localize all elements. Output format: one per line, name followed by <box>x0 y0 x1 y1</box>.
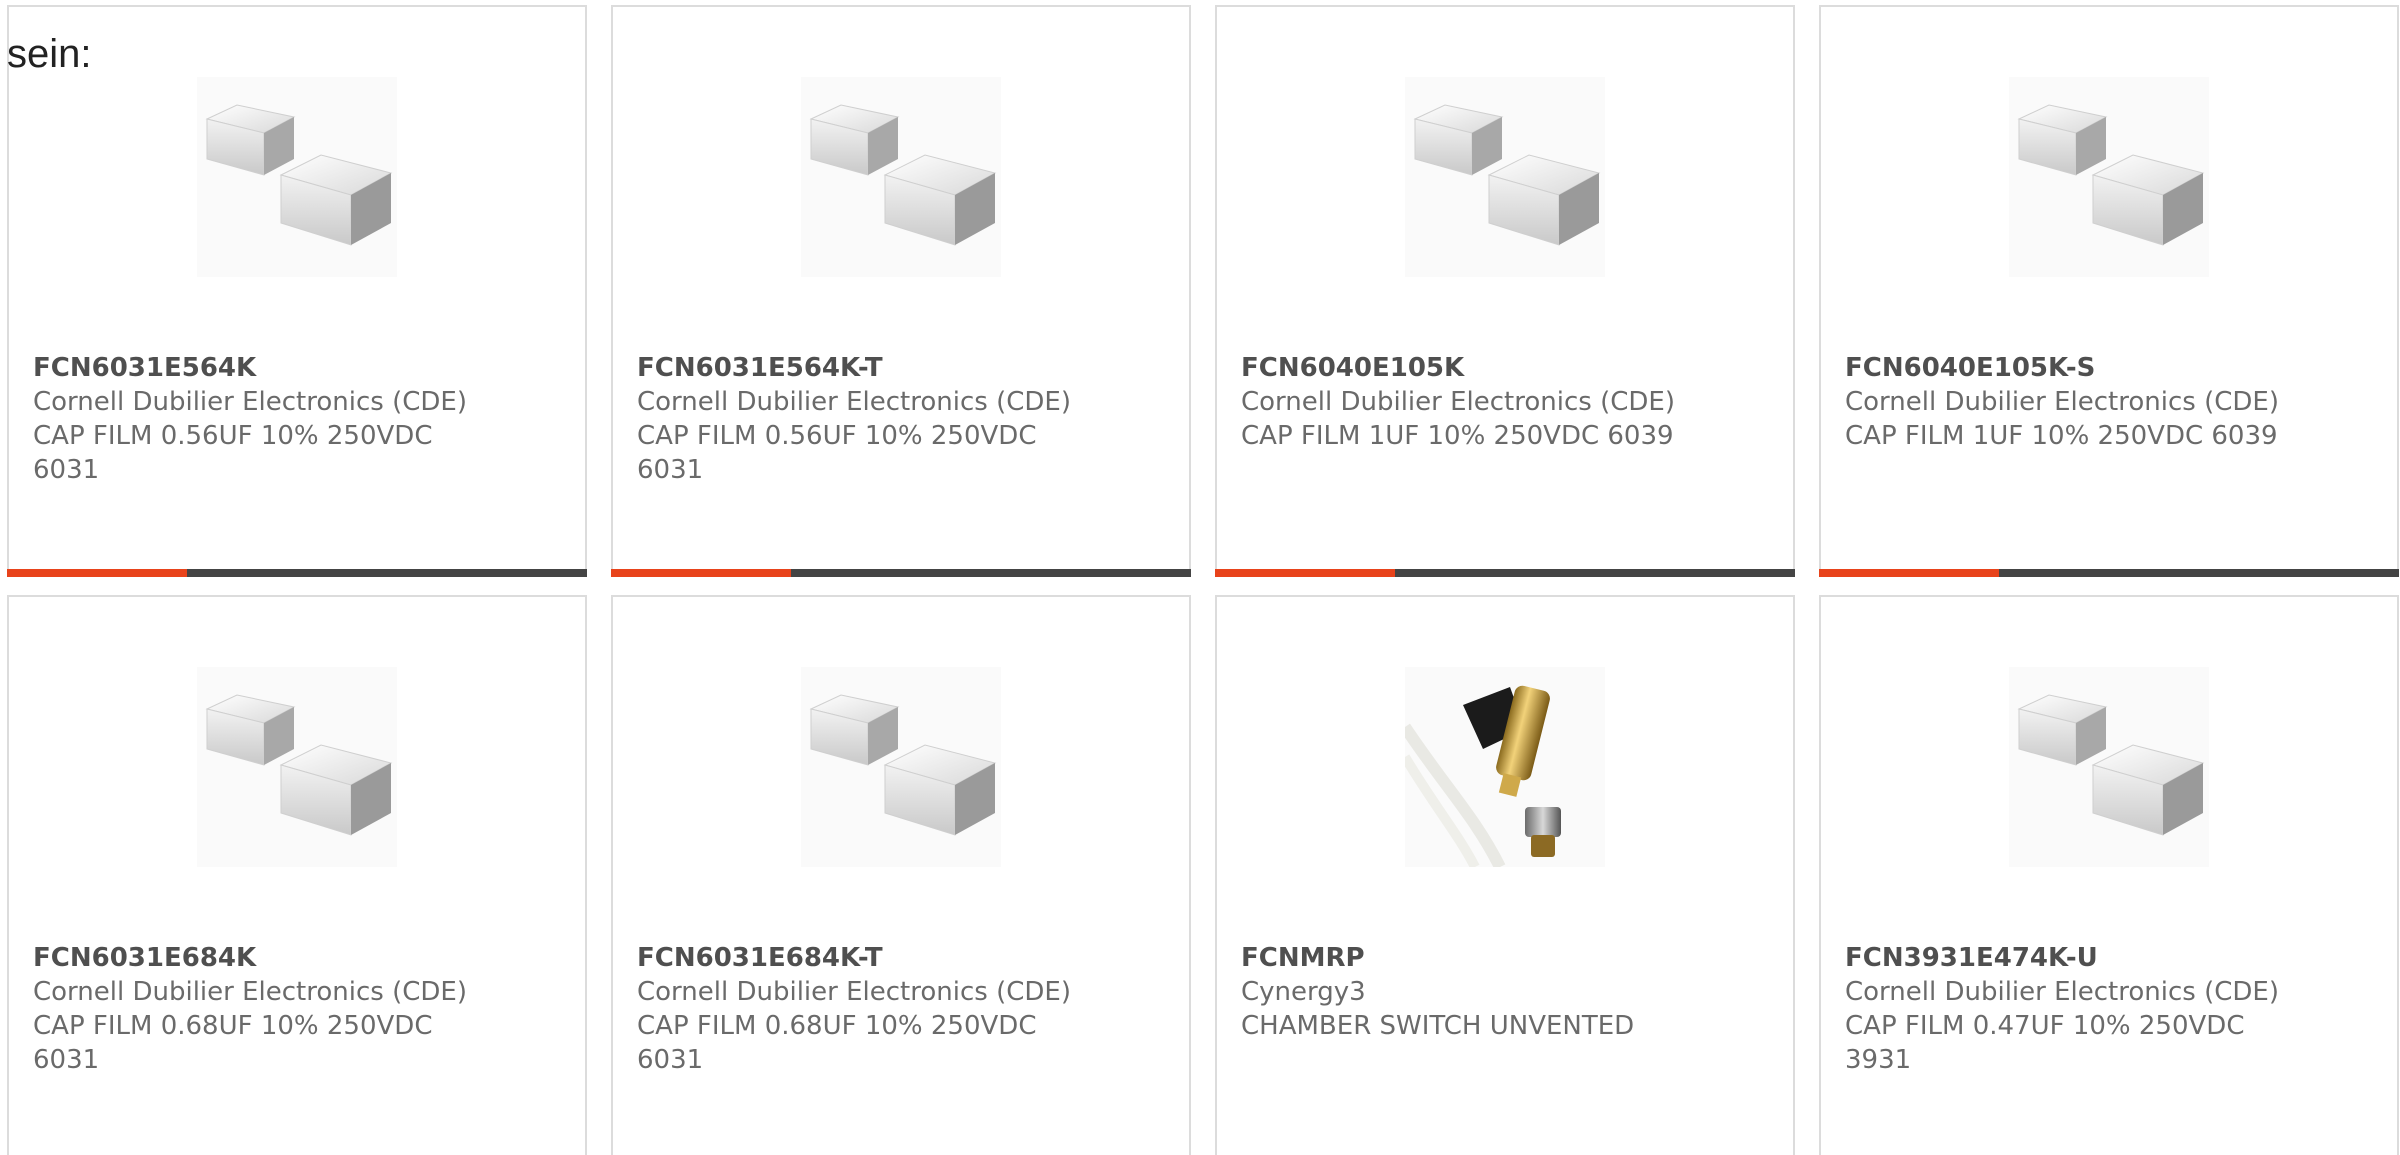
product-description: CAP FILM 1UF 10% 250VDC 6039 <box>1845 421 2278 451</box>
manufacturer-name: Cornell Dubilier Electronics (CDE) <box>33 387 467 417</box>
manufacturer-name: Cornell Dubilier Electronics (CDE) <box>33 977 467 1007</box>
manufacturer-name: Cornell Dubilier Electronics (CDE) <box>1845 977 2279 1007</box>
product-info: FCNMRP Cynergy3 CHAMBER SWITCH UNVENTED <box>1241 941 1769 1043</box>
progress-bar <box>611 569 1191 577</box>
progress-bar-fill <box>611 569 791 577</box>
part-number[interactable]: FCN6031E564K-T <box>637 351 1165 385</box>
chamber-switch-image[interactable] <box>1405 667 1605 867</box>
product-card[interactable]: FCN6031E684K-T Cornell Dubilier Electron… <box>611 595 1191 1155</box>
product-description: CAP FILM 0.68UF 10% 250VDC 6031 <box>637 1011 1037 1075</box>
product-info: FCN6031E564K-T Cornell Dubilier Electron… <box>637 351 1165 487</box>
progress-bar <box>7 569 587 577</box>
film-capacitor-image[interactable] <box>197 667 397 867</box>
part-number[interactable]: FCN6040E105K <box>1241 351 1769 385</box>
product-description: CAP FILM 0.56UF 10% 250VDC 6031 <box>637 421 1037 485</box>
manufacturer-name: Cynergy3 <box>1241 977 1366 1007</box>
product-info: FCN3931E474K-U Cornell Dubilier Electron… <box>1845 941 2373 1077</box>
part-number[interactable]: FCN3931E474K-U <box>1845 941 2373 975</box>
progress-bar-fill <box>7 569 187 577</box>
progress-bar <box>1215 569 1795 577</box>
product-info: FCN6040E105K-S Cornell Dubilier Electron… <box>1845 351 2373 453</box>
product-card[interactable]: FCN6040E105K-S Cornell Dubilier Electron… <box>1819 5 2399 577</box>
product-card[interactable]: FCN6031E564K Cornell Dubilier Electronic… <box>7 5 587 577</box>
film-capacitor-image[interactable] <box>801 667 1001 867</box>
manufacturer-name: Cornell Dubilier Electronics (CDE) <box>1845 387 2279 417</box>
film-capacitor-image[interactable] <box>197 77 397 277</box>
progress-bar-fill <box>1215 569 1395 577</box>
part-number[interactable]: FCN6031E564K <box>33 351 561 385</box>
film-capacitor-image[interactable] <box>2009 667 2209 867</box>
progress-bar <box>1819 569 2399 577</box>
product-info: FCN6031E684K Cornell Dubilier Electronic… <box>33 941 561 1077</box>
manufacturer-name: Cornell Dubilier Electronics (CDE) <box>637 977 1071 1007</box>
product-description: CHAMBER SWITCH UNVENTED <box>1241 1011 1635 1041</box>
product-info: FCN6031E684K-T Cornell Dubilier Electron… <box>637 941 1165 1077</box>
part-number[interactable]: FCNMRP <box>1241 941 1769 975</box>
product-card[interactable]: FCN3931E474K-U Cornell Dubilier Electron… <box>1819 595 2399 1155</box>
progress-bar-fill <box>1819 569 1999 577</box>
product-info: FCN6031E564K Cornell Dubilier Electronic… <box>33 351 561 487</box>
film-capacitor-image[interactable] <box>801 77 1001 277</box>
product-info: FCN6040E105K Cornell Dubilier Electronic… <box>1241 351 1769 453</box>
manufacturer-name: Cornell Dubilier Electronics (CDE) <box>1241 387 1675 417</box>
product-card[interactable]: FCN6031E564K-T Cornell Dubilier Electron… <box>611 5 1191 577</box>
product-description: CAP FILM 0.47UF 10% 250VDC 3931 <box>1845 1011 2245 1075</box>
manufacturer-name: Cornell Dubilier Electronics (CDE) <box>637 387 1071 417</box>
product-description: CAP FILM 0.68UF 10% 250VDC 6031 <box>33 1011 433 1075</box>
part-number[interactable]: FCN6031E684K-T <box>637 941 1165 975</box>
film-capacitor-image[interactable] <box>1405 77 1605 277</box>
part-number[interactable]: FCN6031E684K <box>33 941 561 975</box>
product-description: CAP FILM 1UF 10% 250VDC 6039 <box>1241 421 1674 451</box>
lead-text: sein: <box>7 32 92 76</box>
product-card[interactable]: FCNMRP Cynergy3 CHAMBER SWITCH UNVENTED <box>1215 595 1795 1155</box>
product-card[interactable]: FCN6040E105K Cornell Dubilier Electronic… <box>1215 5 1795 577</box>
product-grid: FCN6031E564K Cornell Dubilier Electronic… <box>7 5 2399 1155</box>
product-description: CAP FILM 0.56UF 10% 250VDC 6031 <box>33 421 433 485</box>
film-capacitor-image[interactable] <box>2009 77 2209 277</box>
product-card[interactable]: FCN6031E684K Cornell Dubilier Electronic… <box>7 595 587 1155</box>
product-results-page: sein: FCN6031E564K Cornell Dubilier Elec… <box>0 0 2400 1155</box>
part-number[interactable]: FCN6040E105K-S <box>1845 351 2373 385</box>
